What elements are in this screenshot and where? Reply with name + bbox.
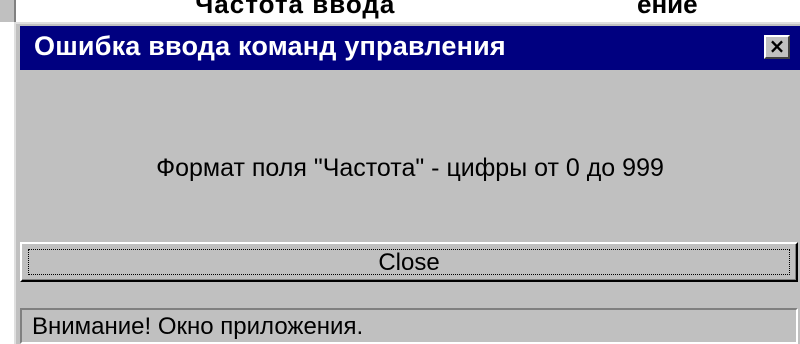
- status-text: Внимание! Окно приложения.: [32, 313, 364, 340]
- background-window-text: Частота ввода: [195, 0, 396, 19]
- status-bar: Внимание! Окно приложения.: [20, 308, 798, 344]
- background-window: Частота ввода ение: [0, 0, 800, 22]
- background-window-text-right: ение: [637, 0, 698, 19]
- close-window-button[interactable]: ×: [764, 34, 790, 59]
- close-icon: ×: [768, 34, 786, 58]
- close-button[interactable]: Close: [20, 242, 798, 282]
- background-window-edge: [0, 0, 16, 22]
- title-bar[interactable]: Ошибка ввода команд управления ×: [20, 26, 800, 70]
- error-message: Формат поля "Частота" - цифры от 0 до 99…: [156, 154, 664, 182]
- dialog-title: Ошибка ввода команд управления: [34, 31, 506, 61]
- error-dialog: Ошибка ввода команд управления × Формат …: [14, 22, 800, 344]
- close-button-label: Close: [378, 249, 440, 276]
